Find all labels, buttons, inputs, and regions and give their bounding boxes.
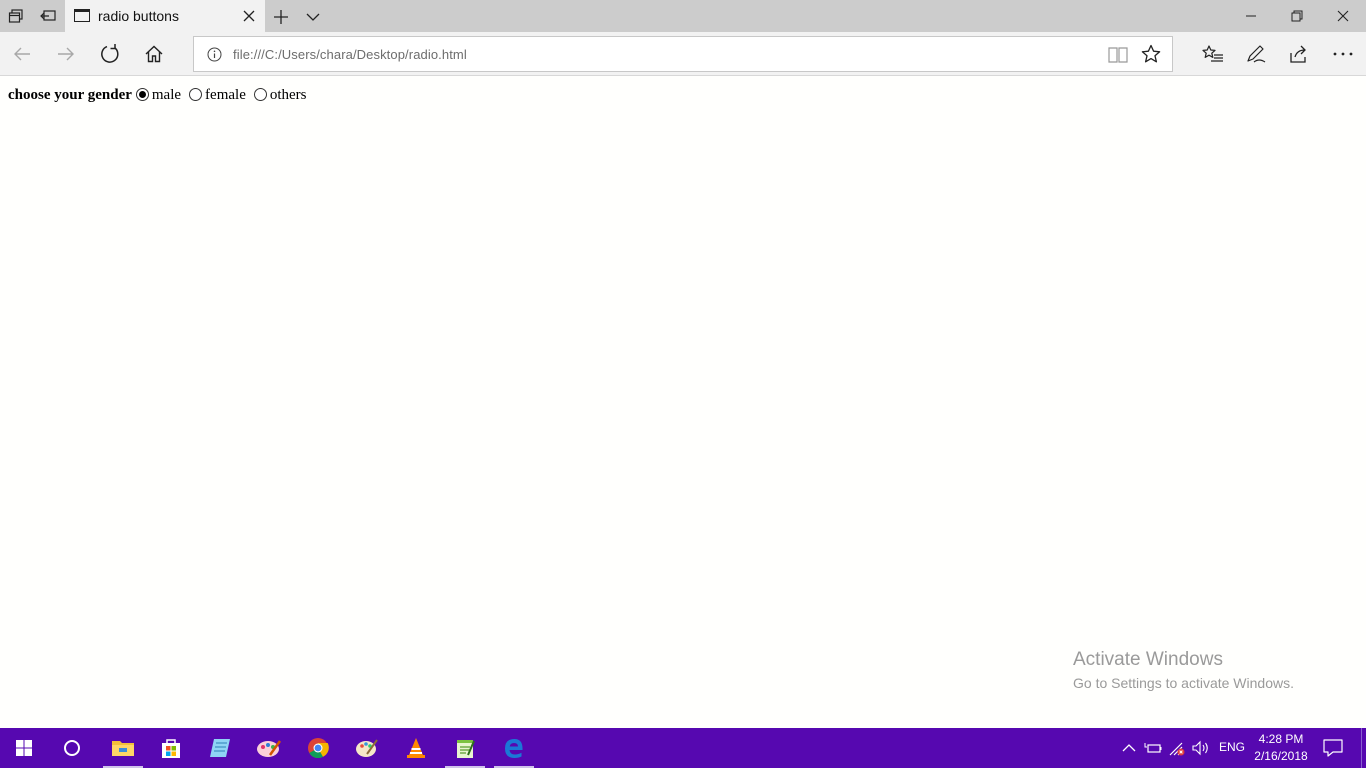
radio-label-male[interactable]: male [152,87,181,104]
watermark-subtitle: Go to Settings to activate Windows. [1073,675,1294,691]
taskbar-file-explorer[interactable] [99,728,147,768]
taskbar: ENG 4:28 PM 2/16/2018 [0,728,1366,768]
page-icon [74,9,90,22]
taskbar-paint3d[interactable] [245,728,293,768]
refresh-button[interactable] [92,36,128,72]
taskbar-store[interactable] [147,728,195,768]
store-icon [162,739,180,758]
page-content: choose your gender male female others Ac… [0,77,1366,728]
taskbar-vlc[interactable] [392,728,440,768]
radio-label-female[interactable]: female [205,87,246,104]
clock-time: 4:28 PM [1258,732,1304,746]
favorites-hub-button[interactable] [1195,36,1231,72]
start-icon [16,740,32,756]
share-button[interactable] [1281,36,1317,72]
share-icon [1290,45,1306,63]
more-icon [1333,52,1353,56]
file-explorer-icon [112,741,134,756]
tab-title: radio buttons [98,8,179,24]
wifi-off-icon [1169,742,1185,756]
vlc-icon [407,738,425,758]
input-language[interactable]: ENG [1219,740,1245,754]
radio-label-others[interactable]: others [270,87,307,104]
forward-button[interactable] [48,36,84,72]
taskbar-chrome[interactable] [294,728,342,768]
battery-status[interactable] [1143,738,1163,758]
paint-icon [356,739,378,757]
clock-date: 2/16/2018 [1254,749,1308,763]
battery-icon [1144,743,1162,753]
watermark-title: Activate Windows [1073,649,1223,670]
back-button[interactable] [4,36,40,72]
reading-view-icon[interactable] [1108,46,1128,64]
volume-control[interactable] [1191,738,1211,758]
new-tab-icon[interactable] [272,8,290,26]
volume-icon [1192,740,1208,756]
close-icon [1337,10,1349,22]
close-window-button[interactable] [1320,0,1366,32]
web-note-button[interactable] [1238,36,1274,72]
chrome-icon [308,738,329,759]
taskbar-paint[interactable] [343,728,391,768]
active-tab[interactable]: radio buttons [65,0,265,33]
refresh-icon [101,44,119,63]
pen-icon [1247,45,1266,63]
network-status[interactable] [1167,738,1187,758]
minimize-button[interactable] [1228,0,1274,32]
notepad-icon [210,739,230,757]
taskbar-edge[interactable] [490,728,538,768]
star-icon[interactable] [1141,44,1161,64]
set-tabs-aside-icon[interactable] [32,0,64,32]
navigation-bar: file:///C:/Users/chara/Desktop/radio.htm… [0,32,1366,76]
info-icon[interactable] [207,47,222,62]
close-tab-icon[interactable] [242,9,256,23]
gender-label: choose your gender [8,87,132,103]
address-bar[interactable]: file:///C:/Users/chara/Desktop/radio.htm… [193,36,1173,72]
restore-icon [1291,10,1303,22]
radio-others[interactable] [253,88,267,101]
restore-button[interactable] [1274,0,1320,32]
start-button[interactable] [0,728,48,768]
arrow-right-icon [58,47,74,61]
tab-strip: radio buttons [0,0,1366,33]
more-button[interactable] [1325,36,1361,72]
show-desktop-button[interactable] [1361,728,1366,768]
activate-windows-watermark: Activate Windows Go to Settings to activ… [1073,649,1294,691]
show-hidden-icons[interactable] [1119,738,1139,758]
edge-icon [505,739,523,758]
arrow-left-icon [14,47,30,61]
minimize-icon [1246,15,1256,17]
tab-sets-icon[interactable] [0,0,32,32]
taskbar-notepadpp[interactable] [441,728,489,768]
taskbar-notepad[interactable] [196,728,244,768]
home-button[interactable] [136,36,172,72]
cortana-icon [64,740,80,756]
action-center-icon[interactable] [1322,738,1344,758]
radio-male[interactable] [135,88,149,101]
gender-form: choose your gender male female others [8,87,315,104]
favorites-list-icon [1202,45,1223,62]
chevron-up-icon [1122,744,1136,752]
cortana-button[interactable] [48,728,96,768]
chevron-down-icon[interactable] [304,8,322,26]
paint3d-icon [257,740,282,757]
home-icon [145,45,163,63]
radio-female[interactable] [189,88,203,101]
notepadpp-icon [457,740,475,758]
clock[interactable]: 4:28 PM 2/16/2018 [1252,731,1310,765]
url-text[interactable]: file:///C:/Users/chara/Desktop/radio.htm… [233,47,467,62]
